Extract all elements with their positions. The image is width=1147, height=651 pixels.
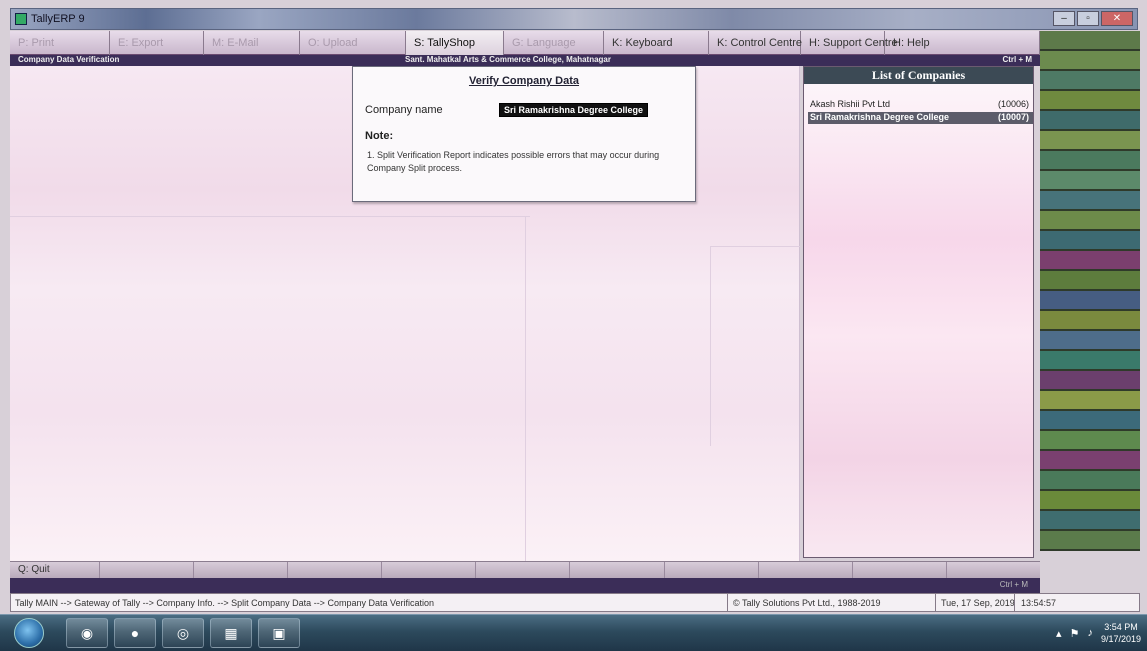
taskbar-clock[interactable]: 3:54 PM 9/17/2019 [1101, 621, 1141, 645]
company-header: Sant. Mahatkal Arts & Commerce College, … [405, 55, 611, 64]
company-number: (10007) [997, 112, 1029, 122]
company-name: Akash Rishii Pvt Ltd [810, 99, 891, 109]
tally-app-icon [15, 13, 27, 25]
top-button-bar: P: Print E: Export M: E-Mail O: Upload S… [10, 31, 1040, 55]
explorer-icon[interactable]: ▣ [258, 618, 300, 648]
company-name-label: Company name [365, 104, 443, 116]
info-strip: Company Data Verification Sant. Mahatkal… [10, 55, 1040, 66]
status-bar: Tally MAIN --> Gateway of Tally --> Comp… [10, 593, 1140, 612]
chrome-icon[interactable]: ◎ [162, 618, 204, 648]
company-name-field[interactable]: Sri Ramakrishna Degree College [499, 103, 649, 117]
tallyshop-button[interactable]: S: TallyShop [406, 31, 504, 55]
screen-name: Company Data Verification [18, 55, 120, 64]
clock-date: 9/17/2019 [1100, 634, 1141, 644]
language-button[interactable]: G: Language [504, 31, 604, 55]
window-title: TallyERP 9 [31, 13, 85, 25]
maximize-icon[interactable]: ▫ [1077, 11, 1099, 26]
dialog-title: Verify Company Data [468, 75, 580, 87]
calculator-bar: Ctrl + M [10, 578, 1040, 593]
support-centre-button[interactable]: H: Support Centre [801, 31, 898, 55]
email-button[interactable]: M: E-Mail [204, 31, 300, 55]
quit-button[interactable]: Q: Quit [10, 562, 100, 579]
verify-company-dialog: Verify Company Data Company name Sri Ram… [352, 66, 696, 202]
bg-divider [710, 246, 800, 247]
background-desktop-strip [1040, 31, 1140, 591]
clock-time: 3:54 PM [1104, 622, 1138, 632]
print-button[interactable]: P: Print [10, 31, 110, 55]
company-list-item-selected[interactable]: Sri Ramakrishna Degree College (10007) [808, 112, 1033, 124]
desktop-screen: TallyERP 9 – ▫ ✕ P: Print E: Export M: E… [0, 0, 1147, 651]
windows-taskbar: ◉ ● ◎ ▦ ▣ ▴ ⚑ ♪ 3:54 PM 9/17/2019 [0, 614, 1147, 651]
window-controls: – ▫ ✕ [1053, 11, 1133, 27]
bg-divider-vertical [710, 246, 711, 446]
export-button[interactable]: E: Export [110, 31, 204, 55]
status-time: 13:54:57 [1021, 598, 1057, 608]
company-list-item[interactable]: Akash Rishii Pvt Ltd (10006) [808, 99, 1033, 111]
bg-divider [10, 216, 530, 217]
browser-icon[interactable]: ● [114, 618, 156, 648]
ctrl-m-hint[interactable]: Ctrl + M [1002, 55, 1032, 64]
keyboard-button[interactable]: K: Keyboard [604, 31, 709, 55]
note-label: Note: [365, 130, 394, 142]
list-title: List of Companies [804, 67, 1033, 84]
control-centre-button[interactable]: K: Control Centre [709, 31, 802, 55]
network-icon[interactable]: ▴ [1056, 627, 1062, 640]
breadcrumb: Tally MAIN --> Gateway of Tally --> Comp… [15, 598, 434, 608]
minimize-icon[interactable]: – [1053, 11, 1075, 26]
ctrl-m-hint: Ctrl + M [999, 580, 1028, 589]
media-player-icon[interactable]: ◉ [66, 618, 108, 648]
start-button-icon[interactable] [14, 618, 44, 648]
volume-icon[interactable]: ♪ [1087, 627, 1093, 639]
copyright-text: © Tally Solutions Pvt Ltd., 1988-2019 [733, 598, 881, 608]
company-name: Sri Ramakrishna Degree College [810, 112, 950, 122]
close-icon[interactable]: ✕ [1101, 11, 1133, 26]
title-bar[interactable]: TallyERP 9 – ▫ ✕ [10, 8, 1138, 30]
upload-button[interactable]: O: Upload [300, 31, 406, 55]
system-tray: ▴ ⚑ ♪ 3:54 PM 9/17/2019 [1056, 619, 1141, 647]
bottom-button-bar: Q: Quit [10, 561, 1040, 579]
list-of-companies-panel: List of Companies Akash Rishii Pvt Ltd (… [803, 66, 1034, 558]
bg-divider-vertical [525, 216, 526, 561]
status-date: Tue, 17 Sep, 2019 [941, 598, 1015, 608]
note-text: 1. Split Verification Report indicates p… [367, 150, 660, 173]
help-button[interactable]: H: Help [885, 31, 1040, 55]
company-number: (10006) [997, 99, 1029, 109]
flag-icon[interactable]: ⚑ [1070, 627, 1080, 640]
tally-taskbar-icon[interactable]: ▦ [210, 618, 252, 648]
